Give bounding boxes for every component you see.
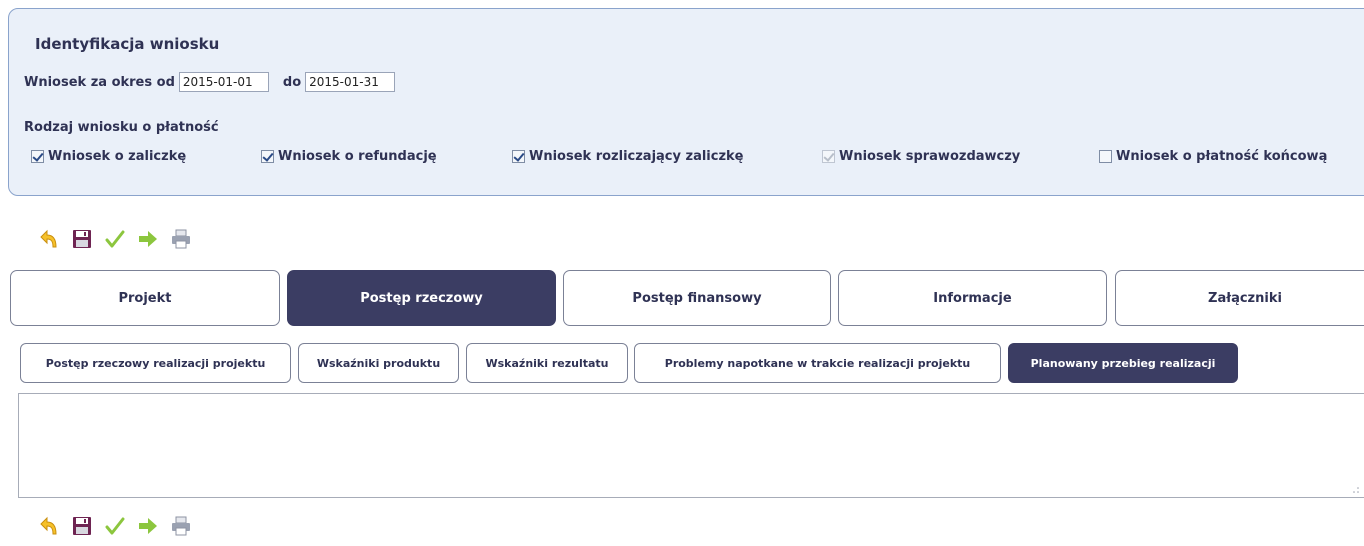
check-icon[interactable] bbox=[104, 228, 126, 250]
tab-projekt[interactable]: Projekt bbox=[10, 270, 280, 326]
print-icon[interactable] bbox=[170, 515, 192, 537]
checkbox-final-payment[interactable]: Wniosek o płatność końcową bbox=[1099, 149, 1327, 164]
date-from-input[interactable] bbox=[178, 72, 269, 92]
subtab-planowany-przebieg[interactable]: Planowany przebieg realizacji bbox=[1008, 343, 1238, 383]
checkbox-label: Wniosek sprawozdawczy bbox=[839, 149, 1021, 164]
resize-grip-icon[interactable] bbox=[1352, 486, 1360, 494]
checkbox-box[interactable] bbox=[261, 150, 274, 163]
checkbox-box[interactable] bbox=[1099, 150, 1112, 163]
save-icon[interactable] bbox=[71, 228, 93, 250]
period-to-label: do bbox=[282, 74, 302, 90]
tab-postep-rzeczowy[interactable]: Postęp rzeczowy bbox=[287, 270, 556, 326]
bottom-toolbar bbox=[38, 515, 192, 537]
identification-panel: Identyfikacja wniosku bbox=[8, 8, 1364, 196]
undo-icon[interactable] bbox=[38, 228, 60, 250]
save-icon[interactable] bbox=[71, 515, 93, 537]
checkbox-label: Wniosek o zaliczkę bbox=[48, 149, 187, 164]
checkbox-box[interactable] bbox=[31, 150, 44, 163]
checkbox-box[interactable] bbox=[512, 150, 525, 163]
top-toolbar bbox=[38, 228, 192, 250]
print-icon[interactable] bbox=[170, 228, 192, 250]
checkbox-report: Wniosek sprawozdawczy bbox=[822, 149, 1020, 164]
checkbox-label: Wniosek o płatność końcową bbox=[1116, 149, 1328, 164]
checkbox-refund[interactable]: Wniosek o refundację bbox=[261, 149, 437, 164]
subtab-problemy[interactable]: Problemy napotkane w trakcie realizacji … bbox=[634, 343, 1001, 383]
forward-arrow-icon[interactable] bbox=[137, 515, 159, 537]
request-type-label: Rodzaj wniosku o płatność bbox=[24, 120, 219, 135]
tab-postep-finansowy[interactable]: Postęp finansowy bbox=[563, 270, 831, 326]
date-to-input[interactable] bbox=[305, 72, 396, 92]
planned-progress-textarea[interactable] bbox=[18, 393, 1364, 498]
panel-title: Identyfikacja wniosku bbox=[35, 35, 220, 53]
checkbox-box bbox=[822, 150, 835, 163]
period-from-label: Wniosek za okres od bbox=[24, 74, 175, 90]
tab-zalaczniki[interactable]: Załączniki bbox=[1115, 270, 1364, 326]
undo-icon[interactable] bbox=[38, 515, 60, 537]
period-row: Wniosek za okres od do bbox=[24, 72, 401, 92]
tab-informacje[interactable]: Informacje bbox=[838, 270, 1107, 326]
subtab-postep-realizacji[interactable]: Postęp rzeczowy realizacji projektu bbox=[20, 343, 291, 383]
check-icon[interactable] bbox=[104, 515, 126, 537]
checkbox-advance-settlement[interactable]: Wniosek rozliczający zaliczkę bbox=[512, 149, 744, 164]
subtab-wskazniki-rezultatu[interactable]: Wskaźniki rezultatu bbox=[466, 343, 628, 383]
forward-arrow-icon[interactable] bbox=[137, 228, 159, 250]
checkbox-label: Wniosek rozliczający zaliczkę bbox=[529, 149, 744, 164]
checkbox-label: Wniosek o refundację bbox=[278, 149, 437, 164]
checkbox-advance[interactable]: Wniosek o zaliczkę bbox=[31, 149, 186, 164]
subtab-wskazniki-produktu[interactable]: Wskaźniki produktu bbox=[298, 343, 459, 383]
